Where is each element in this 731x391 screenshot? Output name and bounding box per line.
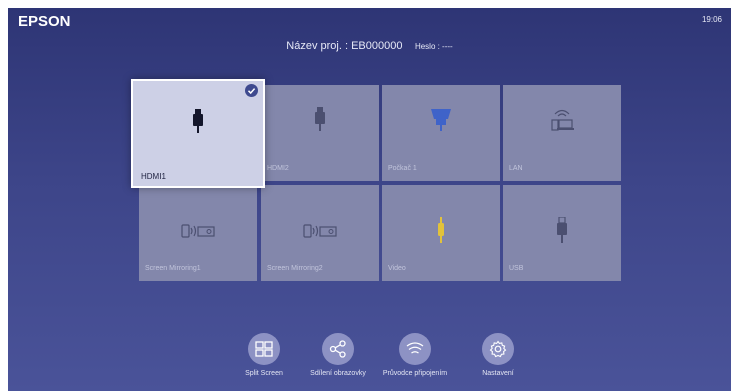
wifi-icon (406, 342, 424, 354)
vga-icon (431, 109, 451, 131)
source-label: HDMI1 (141, 172, 166, 181)
source-label: USB (509, 265, 524, 272)
source-tile-usb[interactable]: USB (503, 185, 621, 281)
projector-name: Název proj. : EB000000 (286, 40, 403, 52)
source-tile-hdmi1[interactable]: HDMI1 (131, 79, 265, 188)
action-circle (482, 333, 514, 365)
projector-info: Název proj. : EB000000 Heslo : ---- (8, 40, 731, 52)
source-tile-screen-mirroring2[interactable]: Screen Mirroring2 (261, 185, 379, 281)
action-label: Průvodce připojením (382, 370, 448, 377)
source-tile-screen-mirroring1[interactable]: Screen Mirroring1 (139, 185, 257, 281)
source-label: HDMI2 (267, 165, 289, 172)
check-icon (245, 84, 258, 97)
usb-icon (557, 217, 567, 243)
share-icon (329, 340, 346, 358)
source-label: LAN (509, 165, 523, 172)
source-label: Video (388, 265, 406, 272)
lan-icon (551, 109, 574, 131)
source-label: Počkač 1 (388, 165, 417, 172)
source-label: Screen Mirroring1 (145, 265, 201, 272)
projector-home-screen: EPSON 19:06 Název proj. : EB000000 Heslo… (8, 8, 731, 391)
password-text: Heslo : ---- (414, 42, 453, 51)
source-tile-video[interactable]: Video (382, 185, 500, 281)
settings-button[interactable]: Nastavení (453, 333, 543, 377)
action-circle (322, 333, 354, 365)
action-circle (399, 333, 431, 365)
source-tile-hdmi2[interactable]: HDMI2 (261, 85, 379, 181)
action-label: Nastavení (482, 370, 514, 377)
source-label: Screen Mirroring2 (267, 265, 323, 272)
mirroring-icon (181, 224, 215, 238)
split-screen-icon (255, 341, 273, 357)
connection-guide-button[interactable]: Průvodce připojením (370, 333, 460, 377)
clock: 19:06 (701, 15, 722, 24)
rca-video-icon (438, 217, 444, 243)
gear-icon (489, 340, 507, 358)
source-tile-vga[interactable]: Počkač 1 (382, 85, 500, 181)
hdmi-icon (193, 109, 203, 133)
action-circle (248, 333, 280, 365)
mirroring-icon (303, 224, 337, 238)
source-tile-lan[interactable]: LAN (503, 85, 621, 181)
hdmi-icon (315, 107, 325, 131)
brand-logo: EPSON (18, 13, 71, 30)
